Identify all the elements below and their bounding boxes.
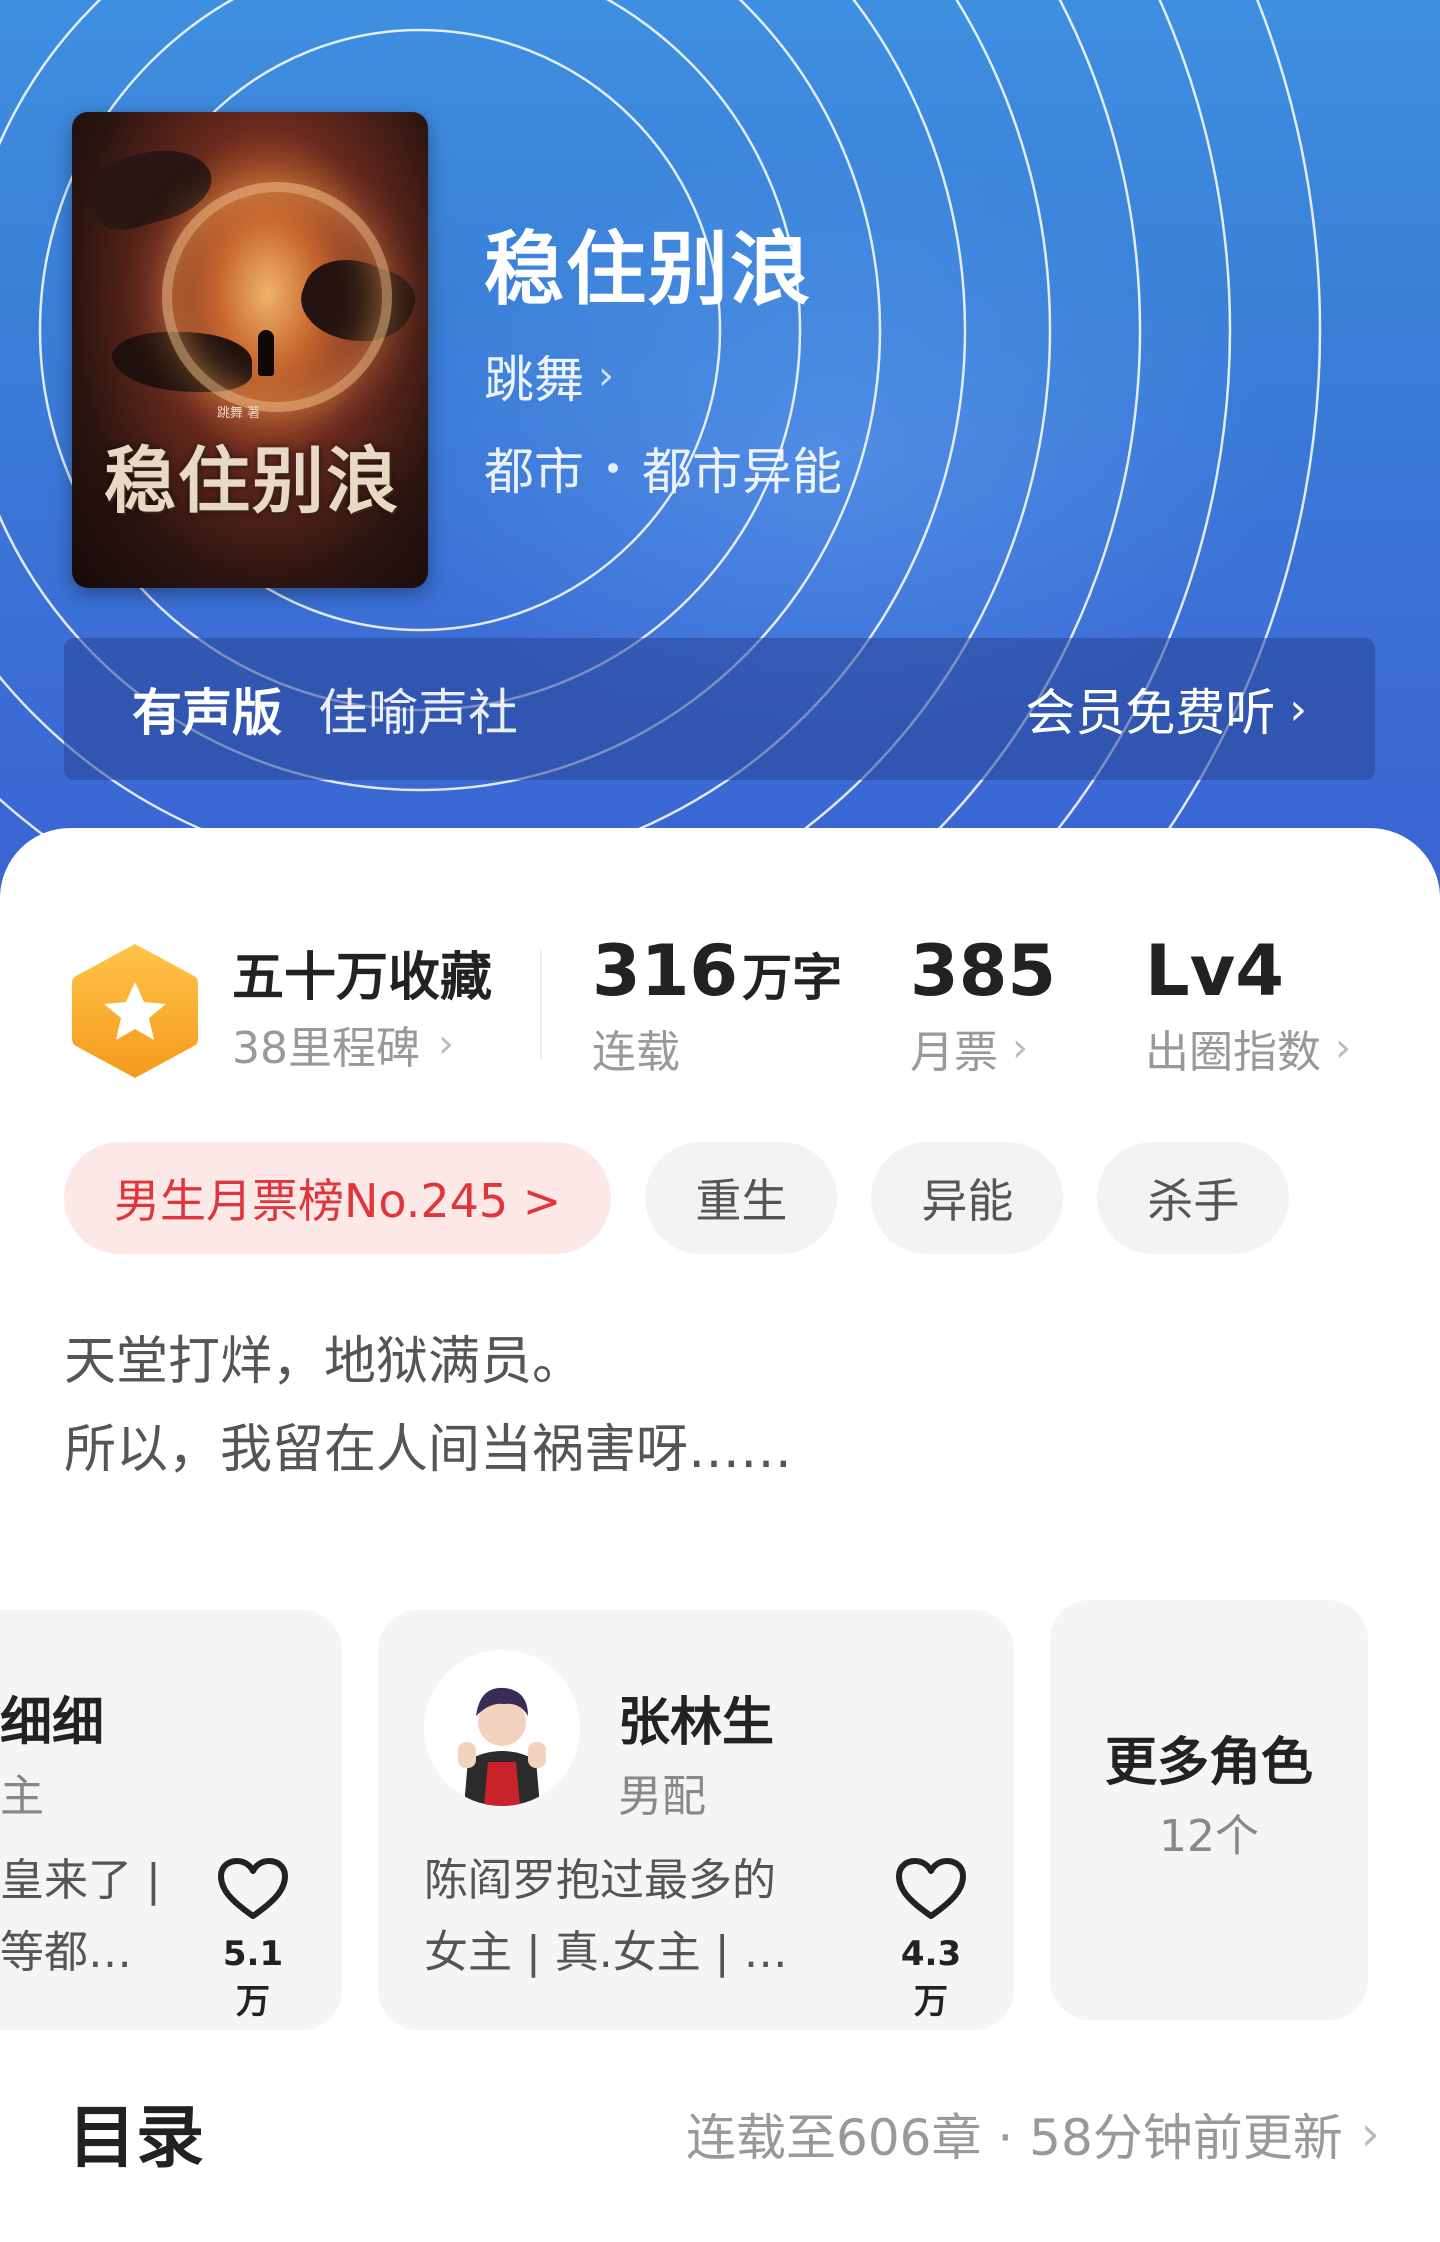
monthly-tickets-link[interactable]: 月票 › [910,1016,1028,1080]
popularity-index-link[interactable]: 出圈指数 › [1145,1016,1351,1080]
author-name: 跳舞 [484,351,584,409]
character-card[interactable]: 张林生 男配 陈阎罗抱过最多的 女主 | 真.女主 | … 4.3万 [378,1610,1014,2030]
character-avatar [424,1650,580,1806]
monthly-tickets-value: 385 [910,930,1057,1012]
favorites-count: 五十万收藏 [232,948,493,1008]
chevron-right-icon: › [1360,2106,1380,2162]
like-count: 4.3万 [900,1934,962,2022]
heart-icon[interactable] [894,1856,968,1922]
book-intro[interactable]: 天堂打烊，地狱满员。 所以，我留在人间当祸害呀…… [64,1318,792,1494]
more-characters-count: 12个 [1159,1811,1259,1862]
character-name: 细细 [0,1693,105,1753]
cover-title: 稳住别浪 [103,438,400,523]
chevron-right-icon: › [1289,683,1307,735]
character-desc-line-1: 陈阎罗抱过最多的 [424,1855,776,1906]
member-free-listen-label: 会员免费听 [1025,684,1276,742]
monthly-tickets-label: 月票 [910,1027,998,1078]
cover-author-tag: 跳舞 著 [217,406,261,421]
book-title: 稳住别浪 [484,222,812,316]
chevron-right-icon: › [438,1021,454,1067]
heart-icon[interactable] [216,1856,290,1922]
tag-superpower[interactable]: 异能 [871,1142,1064,1254]
separator-dot [608,463,618,473]
like-count: 5.1万 [222,1934,284,2022]
popularity-index-label: 出圈指数 [1145,1027,1321,1078]
character-card[interactable]: 细细 主 皇来了 | 等都… 5.1万 [0,1610,342,2030]
intro-line-2: 所以，我留在人间当祸害呀…… [64,1420,793,1480]
milestones-label: 38里程碑 [232,1023,420,1074]
tag-rebirth[interactable]: 重生 [645,1142,838,1254]
book-cover[interactable]: 跳舞 著 稳住别浪 [72,112,428,588]
toc-title: 目录 [68,2099,205,2178]
word-count: 316 万字 [592,930,842,1012]
character-role: 主 [0,1771,44,1822]
stats-divider [540,950,542,1060]
audio-version-bar[interactable]: 有声版 佳喻声社 会员免费听 › [64,638,1375,780]
word-count-value: 316 [592,930,739,1012]
tag-assassin[interactable]: 杀手 [1097,1142,1290,1254]
genre-primary[interactable]: 都市 [484,432,584,504]
character-desc-line-2: 女主 | 真.女主 | … [424,1927,788,1978]
ranking-tag[interactable]: 男生月票榜No.245 > [64,1142,612,1254]
genre-line: 都市 都市异能 [484,432,842,504]
chevron-right-icon: › [1012,1025,1028,1071]
serial-status: 连载 [592,1027,680,1078]
toc-update-status[interactable]: 连载至606章 · 58分钟前更新 › [686,2098,1380,2170]
author-link[interactable]: 跳舞 › [484,340,614,412]
book-detail-card: 五十万收藏 38里程碑 › 316 万字 连载 385 月票 › Lv4 出圈指… [0,828,1440,2242]
chevron-right-icon: › [598,353,614,399]
milestones-link[interactable]: 38里程碑 › [232,1012,454,1076]
chevron-right-icon: › [1335,1025,1351,1071]
genre-secondary[interactable]: 都市异能 [642,432,842,504]
book-header: 跳舞 著 稳住别浪 稳住别浪 跳舞 › 都市 都市异能 有声版 佳喻声社 会员免… [0,0,1440,900]
stats-row: 五十万收藏 38里程碑 › 316 万字 连载 385 月票 › Lv4 出圈指… [0,920,1440,1100]
audio-publisher: 佳喻声社 [318,684,518,742]
member-free-listen-button[interactable]: 会员免费听 › [1025,673,1307,745]
character-carousel[interactable]: 细细 主 皇来了 | 等都… 5.1万 张林生 男配 陈阎罗抱过最多的 女主 |… [0,1590,1440,2030]
word-count-unit: 万字 [742,949,843,1007]
intro-line-1: 天堂打烊，地狱满员。 [64,1332,585,1392]
popularity-level-value: Lv4 [1145,930,1284,1012]
toc-status-text: 连载至606章 · 58分钟前更新 [686,2109,1343,2167]
character-desc-line-2: 等都… [0,1927,132,1978]
tag-row: 男生月票榜No.245 > 重生 异能 杀手 [64,1142,1290,1254]
audio-label: 有声版 [132,684,282,742]
star-badge-icon [72,944,198,1078]
more-characters-label: 更多角色 [1104,1733,1313,1793]
character-desc-line-1: 皇来了 | [0,1855,161,1906]
character-name: 张林生 [618,1693,775,1753]
table-of-contents-row[interactable]: 目录 连载至606章 · 58分钟前更新 › [0,2062,1440,2182]
more-characters-card[interactable]: 更多角色 12个 [1050,1600,1368,2020]
character-role: 男配 [618,1771,706,1822]
